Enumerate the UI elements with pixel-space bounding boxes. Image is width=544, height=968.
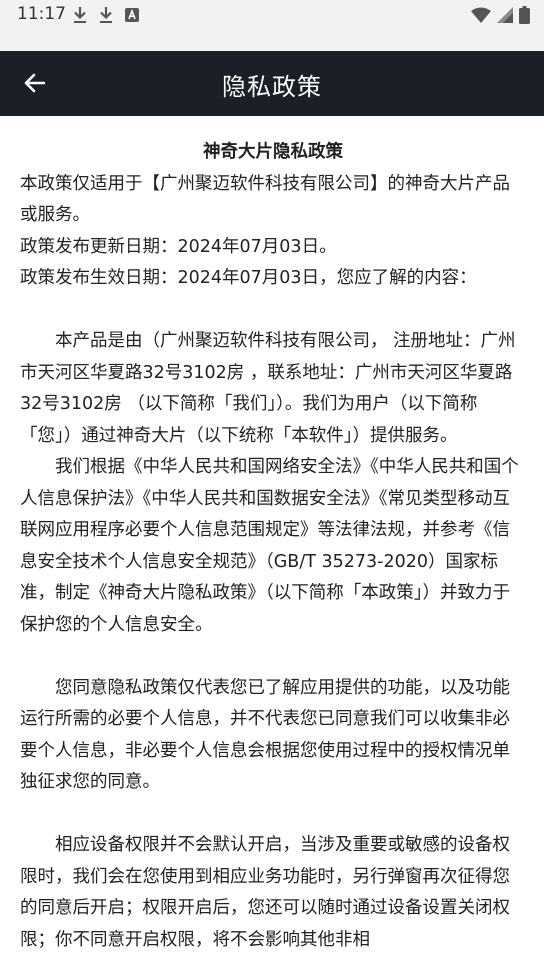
app-bar: 隐私政策	[0, 51, 544, 116]
intro-line: 本政策仅适用于【广州聚迈软件科技有限公司】的神奇大片产品或服务。	[20, 173, 510, 226]
wifi-icon	[471, 7, 491, 23]
policy-paragraph: 我们根据《中华人民共和国网络安全法》《中华人民共和国个人信息保护法》《中华人民共…	[20, 457, 519, 635]
text-a-icon	[125, 8, 139, 22]
policy-paragraph: 您同意隐私政策仅代表您已了解应用提供的功能，以及功能运行所需的必要个人信息，并不…	[20, 677, 510, 793]
policy-content: 神奇大片隐私政策 本政策仅适用于【广州聚迈软件科技有限公司】的神奇大片产品或服务…	[20, 137, 526, 956]
battery-icon	[519, 6, 530, 24]
intro-line: 政策发布更新日期：2024年07月03日。	[20, 236, 337, 257]
notification-icons	[72, 6, 140, 24]
system-icons	[471, 6, 530, 24]
document-title: 神奇大片隐私政策	[203, 142, 343, 162]
download-icon	[100, 7, 112, 23]
intro-line: 政策发布生效日期：2024年07月03日，您应了解的内容：	[20, 268, 477, 288]
signal-icon	[497, 7, 513, 23]
page-title: 隐私政策	[222, 73, 322, 101]
status-time: 11:17	[17, 4, 66, 24]
policy-paragraph: 相应设备权限并不会默认开启，当涉及重要或敏感的设备权限时，我们会在您使用到相应业…	[20, 835, 510, 950]
status-bar: 11:17	[0, 0, 544, 51]
policy-paragraph: 本产品是由（广州聚迈软件科技有限公司， 注册地址：广州市天河区华夏路32号310…	[20, 331, 516, 446]
download-icon	[74, 7, 86, 23]
